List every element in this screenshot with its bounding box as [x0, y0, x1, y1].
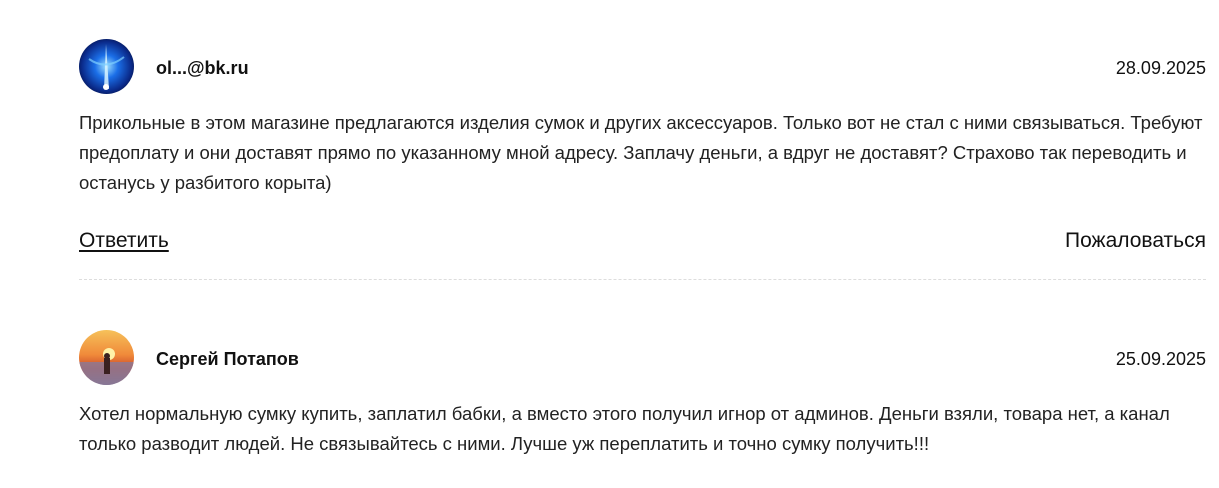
review-text: Прикольные в этом магазине предлагаются … — [79, 112, 1203, 193]
review-item: ol...@bk.ru 28.09.2025 Прикольные в этом… — [79, 39, 1206, 261]
avatar[interactable] — [79, 39, 134, 94]
review-actions: Ответить Пожаловаться — [79, 229, 1206, 261]
review-header: Сергей Потапов 25.09.2025 — [79, 330, 1206, 386]
blue-light-avatar-icon — [79, 39, 134, 94]
sunset-avatar-icon — [79, 330, 134, 385]
review-date: 25.09.2025 — [1115, 349, 1206, 369]
review-item: Сергей Потапов 25.09.2025 Хотел нормальн… — [79, 330, 1206, 459]
review-header: ol...@bk.ru 28.09.2025 — [79, 39, 1206, 95]
review-text: Хотел нормальную сумку купить, заплатил … — [79, 403, 1170, 454]
avatar[interactable] — [79, 330, 134, 385]
review-divider — [79, 279, 1206, 280]
review-author: Сергей Потапов — [156, 349, 299, 369]
review-date: 28.09.2025 — [1115, 58, 1206, 78]
review-author: ol...@bk.ru — [156, 58, 249, 78]
report-link[interactable]: Пожаловаться — [1065, 229, 1206, 253]
reply-link[interactable]: Ответить — [79, 229, 169, 253]
